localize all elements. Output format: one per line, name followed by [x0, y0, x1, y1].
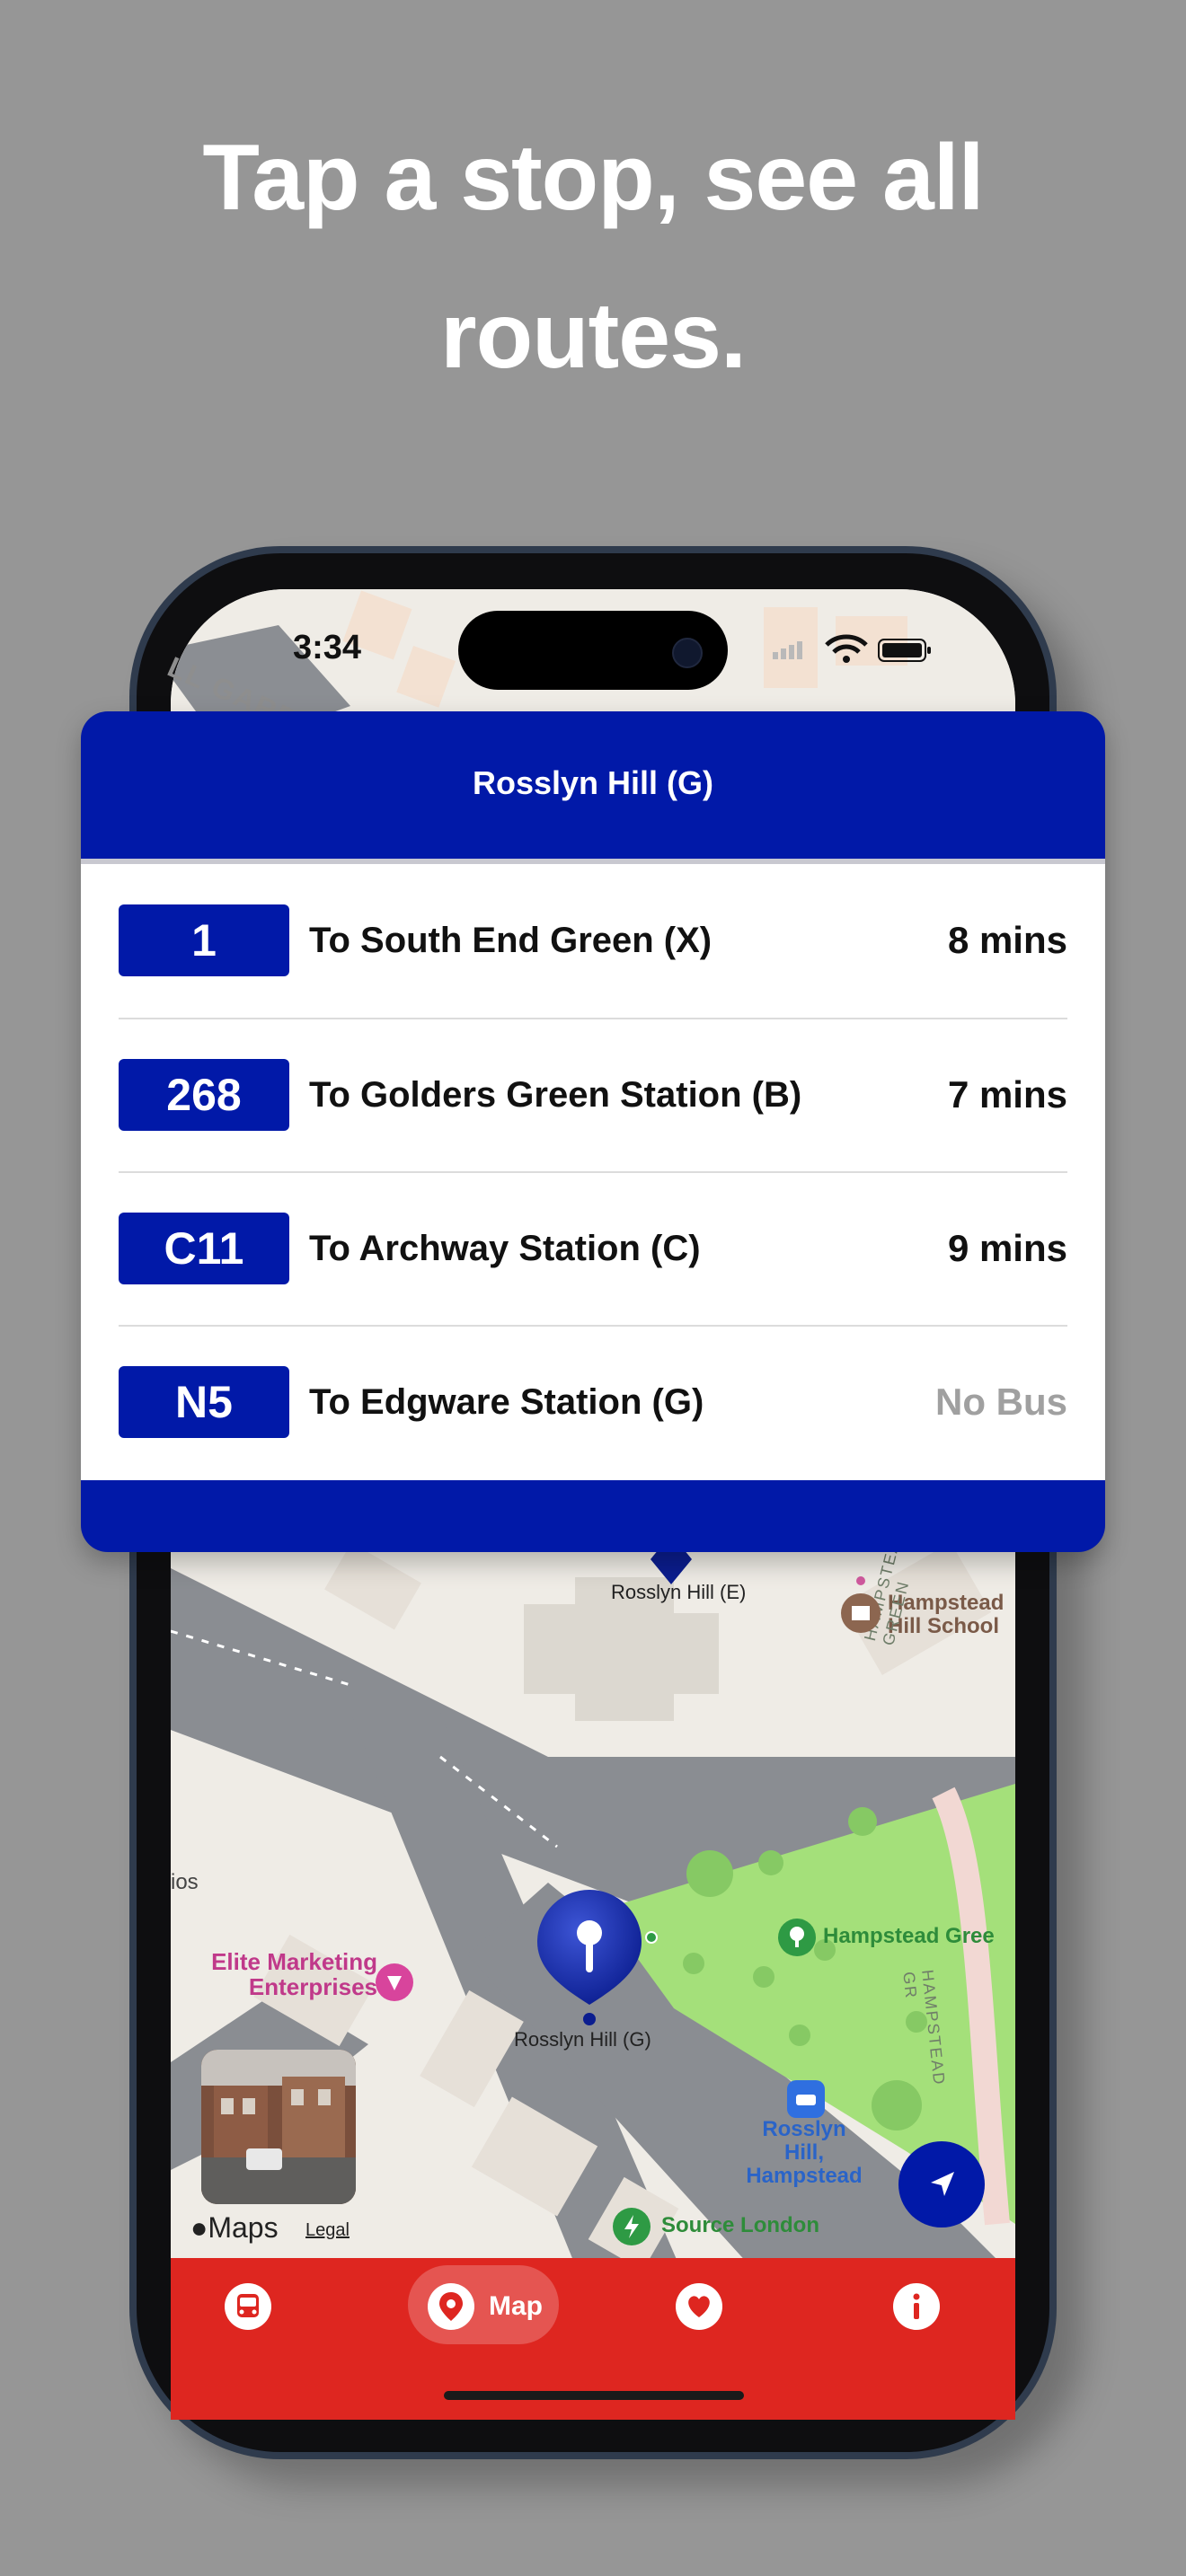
tab-buses[interactable]	[223, 2281, 273, 2332]
map-label-ios: ios	[171, 1870, 199, 1894]
route-badge: 1	[119, 904, 289, 976]
map-label-hampstead-green-park[interactable]: Hampstead Gree	[823, 1924, 995, 1949]
look-around-thumbnail[interactable]	[201, 2050, 356, 2204]
tab-favourites[interactable]	[674, 2281, 724, 2332]
departure-row[interactable]: C11 To Archway Station (C) 9 mins	[119, 1172, 1067, 1325]
route-eta: 7 mins	[947, 1073, 1067, 1116]
route-destination: To Golders Green Station (B)	[309, 1074, 802, 1115]
route-badge: N5	[119, 1366, 289, 1438]
map-label-rosslyn-g[interactable]: Rosslyn Hill (G)	[514, 2028, 651, 2051]
headline-line-2: routes.	[440, 284, 747, 388]
park-poi-icon[interactable]	[776, 1917, 818, 1958]
promo-headline: Tap a stop, see all routes.	[0, 99, 1186, 415]
status-time: 3:34	[293, 629, 362, 666]
departure-row[interactable]: N5 To Edgware Station (G) No Bus	[119, 1326, 1067, 1478]
school-poi-icon[interactable]	[839, 1592, 882, 1635]
heart-icon	[676, 2283, 722, 2330]
location-arrow-icon	[931, 2172, 954, 2196]
park-dot-icon	[645, 1931, 658, 1944]
info-icon	[893, 2283, 940, 2330]
route-destination: To Archway Station (C)	[309, 1228, 701, 1268]
legal-link[interactable]: Legal	[305, 2220, 350, 2241]
home-indicator[interactable]	[444, 2391, 744, 2400]
route-badge: 268	[119, 1059, 289, 1131]
map-label-rosslyn-hill-hampstead[interactable]: Rosslyn Hill, Hampstead	[741, 2118, 867, 2188]
stop-departures-card[interactable]: Rosslyn Hill (G) 1 To South End Green (X…	[81, 711, 1105, 1552]
selected-stop-pin-icon[interactable]	[534, 1886, 645, 2026]
shop-poi-icon[interactable]	[374, 1962, 415, 2003]
route-destination: To Edgware Station (G)	[309, 1381, 704, 1422]
tab-info[interactable]	[891, 2281, 942, 2332]
map-pin-icon	[428, 2283, 474, 2330]
departure-row[interactable]: 1 To South End Green (X) 8 mins	[119, 864, 1067, 1017]
map-label-source-london[interactable]: Source London	[661, 2213, 819, 2238]
wifi-icon	[825, 634, 868, 663]
route-eta: 9 mins	[947, 1227, 1067, 1269]
dynamic-island	[458, 611, 728, 690]
tab-map[interactable]: Map	[426, 2281, 543, 2332]
stop-title: Rosslyn Hill (G)	[472, 764, 714, 801]
map-label-elite-marketing[interactable]: Elite Marketing Enterprises	[198, 1949, 377, 1999]
taxi-poi-icon[interactable]	[785, 2078, 827, 2120]
tab-map-label: Map	[489, 2291, 543, 2321]
route-badge: C11	[119, 1213, 289, 1284]
route-eta: 8 mins	[947, 919, 1067, 961]
headline-line-1: Tap a stop, see all	[202, 126, 984, 230]
apple-maps-logo: ●Maps	[190, 2211, 279, 2244]
cellular-icon	[773, 641, 802, 659]
departures-list: 1 To South End Green (X) 8 mins 268 To G…	[81, 864, 1105, 1480]
bus-icon	[225, 2283, 271, 2330]
status-icons	[773, 634, 931, 663]
route-destination: To South End Green (X)	[309, 920, 712, 960]
battery-icon	[878, 639, 931, 662]
route-eta-no-bus: No Bus	[935, 1381, 1067, 1423]
poi-dot-icon	[856, 1576, 865, 1585]
locate-me-button[interactable]	[898, 2141, 985, 2228]
departure-row[interactable]: 268 To Golders Green Station (B) 7 mins	[119, 1019, 1067, 1171]
charging-poi-icon[interactable]	[611, 2206, 652, 2247]
apple-logo-icon: ●	[190, 2211, 208, 2244]
